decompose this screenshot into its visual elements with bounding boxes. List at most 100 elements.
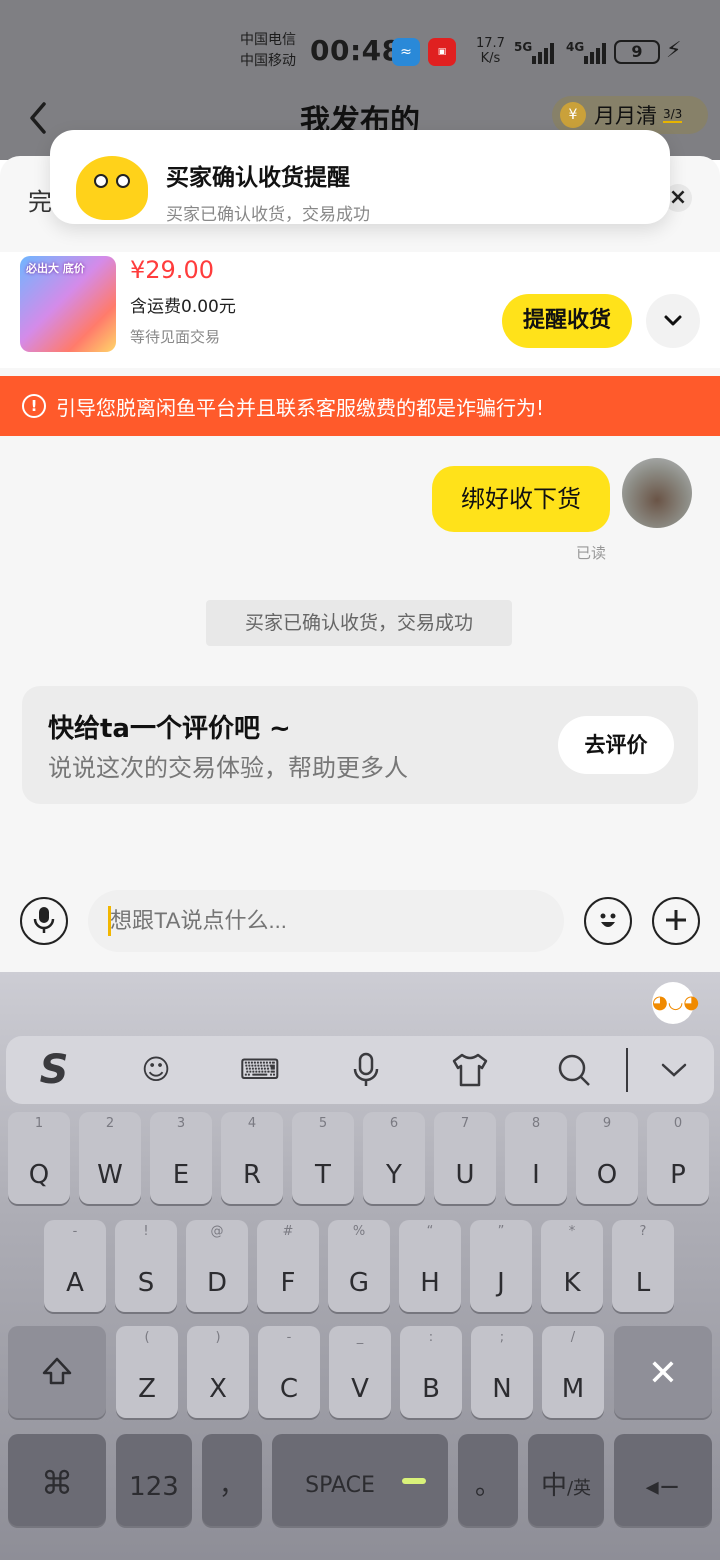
key-l[interactable]: ? L bbox=[612, 1220, 674, 1312]
key-b[interactable]: :B bbox=[400, 1326, 462, 1418]
command-key[interactable]: ⌘ bbox=[8, 1434, 106, 1526]
review-title: 快给ta一个评价吧 ~ bbox=[48, 714, 291, 744]
key-primary-label: N bbox=[492, 1374, 512, 1404]
period-key[interactable]: 。 bbox=[458, 1434, 518, 1526]
key-v[interactable]: _ V bbox=[329, 1326, 391, 1418]
monthly-clear-label: 月月清 bbox=[594, 104, 657, 128]
key-primary-label: C bbox=[279, 1374, 299, 1404]
key-r[interactable]: 4R bbox=[221, 1112, 283, 1204]
toolbar-divider bbox=[626, 1048, 628, 1092]
carrier-2: 中国移动 bbox=[240, 53, 296, 69]
key-k[interactable]: * K bbox=[541, 1220, 603, 1312]
product-image-caption: 必出大 底价 bbox=[26, 262, 85, 275]
key-primary-label: G bbox=[348, 1268, 370, 1298]
key-secondary-label: ” bbox=[497, 1224, 505, 1239]
key-secondary-label: # bbox=[282, 1224, 294, 1239]
key-u[interactable]: 7U bbox=[434, 1112, 496, 1204]
key-s[interactable]: ! S bbox=[115, 1220, 177, 1312]
key-d[interactable]: @ D bbox=[186, 1220, 248, 1312]
key-x[interactable]: ) X bbox=[187, 1326, 249, 1418]
key-i[interactable]: 8I bbox=[505, 1112, 567, 1204]
keyboard-mascot-icon[interactable]: ◕◡◕ bbox=[652, 982, 699, 1024]
search-icon[interactable] bbox=[550, 1046, 598, 1094]
wave-app-icon: ≈ bbox=[392, 38, 420, 66]
skin-shirt-icon[interactable] bbox=[446, 1046, 494, 1094]
signal-label-4g: 4G bbox=[566, 40, 585, 54]
space-key[interactable]: SPACE bbox=[272, 1434, 448, 1526]
key-a[interactable]: -A bbox=[44, 1220, 106, 1312]
remind-receipt-button[interactable]: 提醒收货 bbox=[502, 294, 632, 348]
collapse-keyboard-icon[interactable] bbox=[650, 1046, 698, 1094]
numbers-key[interactable]: 123 bbox=[116, 1434, 192, 1526]
key-j[interactable]: ” J bbox=[470, 1220, 532, 1312]
backspace-key[interactable]: ✕ bbox=[614, 1326, 712, 1418]
chat-message-input[interactable] bbox=[88, 890, 564, 952]
key-primary-label: Q bbox=[28, 1160, 50, 1190]
key-z[interactable]: (Z bbox=[116, 1326, 178, 1418]
shift-key[interactable] bbox=[8, 1326, 106, 1418]
key-g[interactable]: % G bbox=[328, 1220, 390, 1312]
sogou-logo-icon[interactable]: S bbox=[26, 1046, 82, 1094]
key-secondary-label: 4 bbox=[247, 1116, 257, 1131]
notification-body: 买家已确认收货，交易成功 bbox=[166, 205, 370, 224]
key-primary-label: Z bbox=[138, 1374, 156, 1404]
emoji-face-icon[interactable]: ☺ bbox=[132, 1046, 180, 1094]
pay-app-icon: ▣ bbox=[428, 38, 456, 66]
key-m[interactable]: / M bbox=[542, 1326, 604, 1418]
enter-key[interactable]: ◂− bbox=[614, 1434, 712, 1526]
key-y[interactable]: 6Y bbox=[363, 1112, 425, 1204]
chat-message-bubble[interactable]: 绑好收下货 bbox=[432, 466, 610, 532]
keyboard-toolbar: S ☺ ⌨ bbox=[6, 1036, 714, 1104]
sheet-header-label: 完 bbox=[28, 188, 52, 216]
key-primary-label: R bbox=[242, 1160, 262, 1190]
key-t[interactable]: 5T bbox=[292, 1112, 354, 1204]
key-secondary-label: 5 bbox=[318, 1116, 328, 1131]
key-c[interactable]: -C bbox=[258, 1326, 320, 1418]
soft-keyboard: ◕◡◕ S ☺ ⌨ 1 Q 2 W 3 E 4 R 5 T 6 Y 7 U 8 I 9 O 0 P - A! S @ D # F% G… bbox=[0, 972, 720, 1560]
read-receipt: 已读 bbox=[576, 544, 607, 562]
key-w[interactable]: 2W bbox=[79, 1112, 141, 1204]
key-primary-label: P bbox=[670, 1160, 686, 1190]
language-toggle-key[interactable]: 中/英 bbox=[528, 1434, 604, 1526]
chevron-down-icon[interactable] bbox=[646, 294, 700, 348]
key-n[interactable]: ; N bbox=[471, 1326, 533, 1418]
coin-icon: ¥ bbox=[560, 102, 586, 128]
monthly-clear-badge[interactable]: ¥ 月月清 3/3 bbox=[552, 96, 708, 134]
key-primary-label: I bbox=[532, 1160, 540, 1190]
plus-icon[interactable] bbox=[652, 897, 700, 945]
go-review-button[interactable]: 去评价 bbox=[558, 716, 674, 774]
notification-toast[interactable]: 买家确认收货提醒 买家已确认收货，交易成功 bbox=[50, 130, 670, 224]
avatar[interactable] bbox=[622, 458, 692, 528]
key-secondary-label: ) bbox=[215, 1330, 221, 1345]
key-f[interactable]: # F bbox=[257, 1220, 319, 1312]
product-thumbnail: 必出大 底价 bbox=[20, 256, 116, 352]
microphone-icon[interactable] bbox=[20, 897, 68, 945]
key-secondary-label: 3 bbox=[176, 1116, 186, 1131]
key-h[interactable]: “H bbox=[399, 1220, 461, 1312]
key-primary-label: T bbox=[315, 1160, 331, 1190]
key-primary-label: K bbox=[563, 1268, 581, 1298]
key-secondary-label: 2 bbox=[105, 1116, 115, 1131]
smiley-icon[interactable] bbox=[584, 897, 632, 945]
voice-input-icon[interactable] bbox=[342, 1046, 390, 1094]
keyboard-layout-icon[interactable]: ⌨ bbox=[236, 1046, 284, 1094]
key-primary-label: F bbox=[280, 1268, 296, 1298]
key-primary-label: M bbox=[561, 1374, 585, 1404]
key-secondary-label: - bbox=[72, 1224, 78, 1239]
charging-icon: ⚡ bbox=[666, 38, 682, 63]
key-p[interactable]: 0P bbox=[647, 1112, 709, 1204]
signal-bars-2-icon bbox=[584, 42, 606, 64]
key-primary-label: O bbox=[596, 1160, 618, 1190]
key-primary-label: W bbox=[97, 1160, 123, 1190]
key-e[interactable]: 3E bbox=[150, 1112, 212, 1204]
key-secondary-label: ? bbox=[639, 1224, 647, 1239]
clock: 00:48 bbox=[310, 34, 402, 67]
text-caret bbox=[108, 906, 111, 936]
key-q[interactable]: 1Q bbox=[8, 1112, 70, 1204]
product-card[interactable]: 必出大 底价 ¥29.00 含运费0.00元 等待见面交易 提醒收货 bbox=[0, 252, 720, 368]
key-primary-label: J bbox=[497, 1268, 505, 1298]
notification-title: 买家确认收货提醒 bbox=[166, 165, 350, 191]
review-subtitle: 说说这次的交易体验，帮助更多人 bbox=[48, 754, 408, 782]
key-secondary-label: / bbox=[570, 1330, 576, 1345]
key-o[interactable]: 9O bbox=[576, 1112, 638, 1204]
